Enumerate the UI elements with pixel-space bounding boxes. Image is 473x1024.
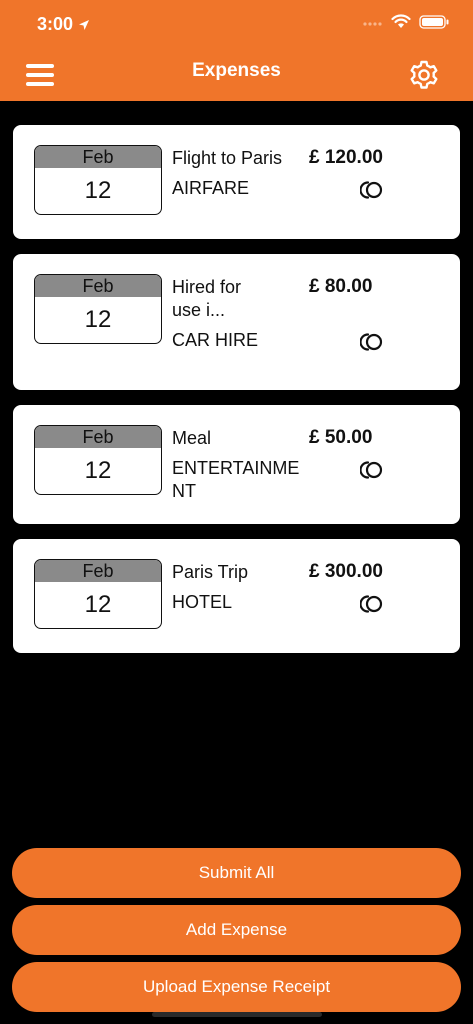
date-calendar-icon: Feb 12 (34, 145, 162, 215)
settings-button[interactable] (408, 59, 440, 91)
expense-card[interactable]: Feb 12 Flight to Paris AIRFARE £ 120.00 (13, 125, 460, 239)
add-expense-button[interactable]: Add Expense (12, 905, 461, 955)
expense-category: ENTERTAINMENT (172, 458, 300, 501)
expense-amount: £ 120.00 (309, 147, 383, 168)
status-bar-time: 3:00 (37, 14, 90, 35)
home-indicator (152, 1012, 322, 1017)
date-day: 12 (84, 457, 112, 484)
date-day: 12 (84, 306, 112, 333)
submit-all-button[interactable]: Submit All (12, 848, 461, 898)
date-day: 12 (84, 177, 112, 204)
expense-card[interactable]: Feb 12 Hired for use i... CAR HIRE £ 80.… (13, 254, 460, 390)
battery-icon (419, 14, 449, 29)
date-calendar-icon: Feb 12 (34, 425, 162, 495)
page-title: Expenses (192, 60, 281, 81)
date-calendar-icon: Feb 12 (34, 274, 162, 344)
expense-amount: £ 300.00 (309, 561, 383, 582)
expense-title: Hired for use i... (172, 277, 242, 320)
expense-status-icon (360, 461, 383, 479)
status-time-text: 3:00 (37, 14, 74, 34)
expense-category: CAR HIRE (172, 330, 259, 350)
expense-amount: £ 50.00 (309, 427, 373, 448)
expense-card[interactable]: Feb 12 Meal ENTERTAINMENT £ 50.00 (13, 405, 460, 524)
date-month: Feb (35, 426, 161, 448)
app-screen: 3:00 Expenses Feb 12 Flight to Paris AIR… (0, 0, 473, 1024)
cellular-signal-icon (363, 21, 382, 26)
wifi-icon (391, 14, 411, 28)
expense-category: AIRFARE (172, 178, 250, 198)
gear-icon (410, 60, 438, 89)
date-month: Feb (35, 146, 161, 168)
expense-category: HOTEL (172, 592, 233, 612)
app-header: 3:00 Expenses (0, 0, 473, 101)
expense-amount: £ 80.00 (309, 276, 373, 297)
status-bar-right (363, 14, 449, 29)
expense-status-icon (360, 333, 383, 351)
date-month: Feb (35, 560, 161, 582)
date-day: 12 (84, 591, 112, 618)
expense-card[interactable]: Feb 12 Paris Trip HOTEL £ 300.00 (13, 539, 460, 653)
date-month: Feb (35, 275, 161, 297)
expense-title: Paris Trip (172, 562, 249, 582)
date-calendar-icon: Feb 12 (34, 559, 162, 629)
expense-title: Meal (172, 428, 212, 448)
location-arrow-icon (79, 19, 90, 30)
expense-status-icon (360, 181, 383, 199)
upload-receipt-button[interactable]: Upload Expense Receipt (12, 962, 461, 1012)
expense-title: Flight to Paris (172, 148, 283, 168)
expense-status-icon (360, 595, 383, 613)
